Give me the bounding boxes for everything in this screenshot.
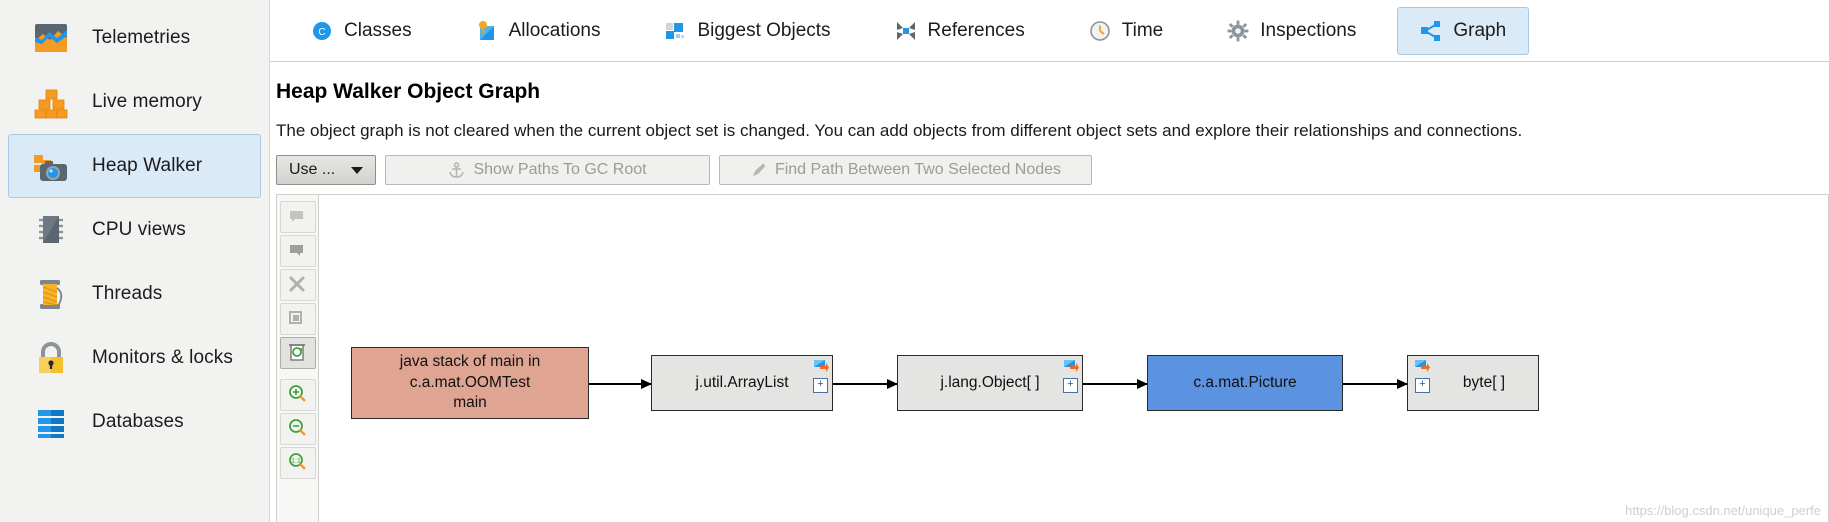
graph-node-label: j.util.ArrayList [695,373,789,391]
graph-edge [1343,379,1408,389]
graph-edge [833,379,898,389]
sidebar-item-cpu-views[interactable]: CPU views [8,198,261,262]
chevron-down-icon [351,166,363,174]
graph-area: 1:1 java stack of main in c.a.mat.OOMTes… [276,194,1829,522]
telemetries-chart-icon [32,19,70,57]
juprofiler-window: Telemetries Live memory Heap Walker CPU … [0,0,1829,522]
outgoing-reference-badge-icon[interactable] [1063,359,1079,375]
allocation-pin-icon [476,20,498,42]
remove-selected-nodes-tool[interactable] [279,269,316,301]
clock-icon [1089,20,1111,42]
sidebar-item-label: Live memory [92,91,202,112]
zoom-out-tool[interactable] [279,413,316,445]
sidebar-item-label: Telemetries [92,27,191,48]
graph-node[interactable]: java stack of main in c.a.mat.OOMTest ma… [351,347,589,419]
tab-label: Graph [1453,19,1507,41]
graph-node-label: j.lang.Object[ ] [940,373,1040,391]
graph-nodes-icon [1420,20,1442,42]
tab-label: References [927,19,1025,41]
graph-canvas[interactable]: java stack of main in c.a.mat.OOMTest ma… [318,194,1829,522]
tab-inspections[interactable]: Inspections [1204,7,1379,55]
sidebar-item-label: Threads [92,283,163,304]
references-star-icon [895,20,917,42]
padlock-icon [32,339,70,377]
tab-label: Time [1121,19,1164,41]
graph-edge [589,379,652,389]
sidebar-item-label: CPU views [92,219,186,240]
page-description: The object graph is not cleared when the… [276,121,1523,140]
find-path-between-nodes-button[interactable]: Find Path Between Two Selected Nodes [719,155,1092,185]
heap-walker-tabbar: C Classes Allocations Biggest Objects Re… [270,0,1829,62]
use-dropdown-label: Use ... [289,161,336,178]
graph-node[interactable]: j.lang.Object[ ] + [897,355,1083,411]
pencil-icon [750,162,767,179]
tab-label: Classes [344,19,412,41]
tab-references[interactable]: References [872,7,1048,55]
graph-toolbar: Use ... Show Paths To GC Root Find Path … [276,155,1829,185]
outgoing-reference-badge-icon[interactable] [813,359,829,375]
database-cylinder-icon [32,403,70,441]
thread-spool-icon [32,275,70,313]
expand-node-badge-icon[interactable]: + [813,378,828,393]
show-incoming-references-tool[interactable] [279,201,316,233]
sidebar-item-label: Databases [92,411,184,432]
graph-node-label: java stack of main in c.a.mat.OOMTest ma… [399,352,541,412]
remove-other-nodes-tool[interactable] [279,303,316,335]
outgoing-reference-badge-icon[interactable] [1414,359,1430,375]
find-path-label: Find Path Between Two Selected Nodes [774,161,1062,178]
anchor-icon [448,161,465,179]
graph-node[interactable]: j.util.ArrayList + [651,355,833,411]
sidebar-item-threads[interactable]: Threads [8,262,261,326]
expand-node-badge-icon[interactable]: + [1415,378,1430,393]
sidebar: Telemetries Live memory Heap Walker CPU … [0,0,270,522]
cpu-chip-icon [32,211,70,249]
graph-edge [1083,379,1148,389]
zoom-reset-tool[interactable]: 1:1 [279,447,316,479]
tab-classes[interactable]: C Classes [288,7,435,55]
zoom-in-tool[interactable] [279,379,316,411]
sidebar-item-databases[interactable]: Databases [8,390,261,454]
memory-blocks-icon [32,83,70,121]
tab-graph[interactable]: Graph [1397,6,1530,55]
show-outgoing-references-tool[interactable] [279,235,316,267]
graph-node-label: c.a.mat.Picture [1193,373,1297,391]
tab-label: Allocations [508,19,601,41]
gear-icon [1227,20,1249,42]
tab-biggest-objects[interactable]: Biggest Objects [641,7,853,55]
show-paths-to-gc-root-button[interactable]: Show Paths To GC Root [385,155,710,185]
class-circle-icon: C [311,20,333,42]
sidebar-item-label: Monitors & locks [92,347,233,368]
tab-time[interactable]: Time [1066,7,1187,55]
watermark-text: https://blog.csdn.net/unique_perfe [1625,503,1821,518]
tab-label: Biggest Objects [697,19,831,41]
page-title: Heap Walker Object Graph [276,80,541,103]
sidebar-item-label: Heap Walker [92,155,203,176]
sidebar-item-monitors-locks[interactable]: Monitors & locks [8,326,261,390]
svg-text:1:1: 1:1 [291,458,301,465]
sidebar-item-telemetries[interactable]: Telemetries [8,6,261,70]
sidebar-item-heap-walker[interactable]: Heap Walker [8,134,261,198]
tab-label: Inspections [1260,19,1357,41]
graph-content: Heap Walker Object Graph The object grap… [270,62,1829,522]
graph-node[interactable]: byte[ ] + [1407,355,1539,411]
graph-node[interactable]: c.a.mat.Picture [1147,355,1343,411]
clear-graph-tool[interactable] [279,337,316,369]
tab-allocations[interactable]: Allocations [453,7,624,55]
show-paths-label: Show Paths To GC Root [473,161,647,178]
biggest-blocks-icon [664,20,686,42]
main-panel: C Classes Allocations Biggest Objects Re… [270,0,1829,522]
use-dropdown-button[interactable]: Use ... [276,155,376,185]
graph-vertical-toolbar: 1:1 [276,194,318,522]
svg-text:C: C [318,27,325,38]
expand-node-badge-icon[interactable]: + [1063,378,1078,393]
camera-heap-icon [32,147,70,185]
graph-node-label: byte[ ] [1462,373,1506,391]
sidebar-item-live-memory[interactable]: Live memory [8,70,261,134]
